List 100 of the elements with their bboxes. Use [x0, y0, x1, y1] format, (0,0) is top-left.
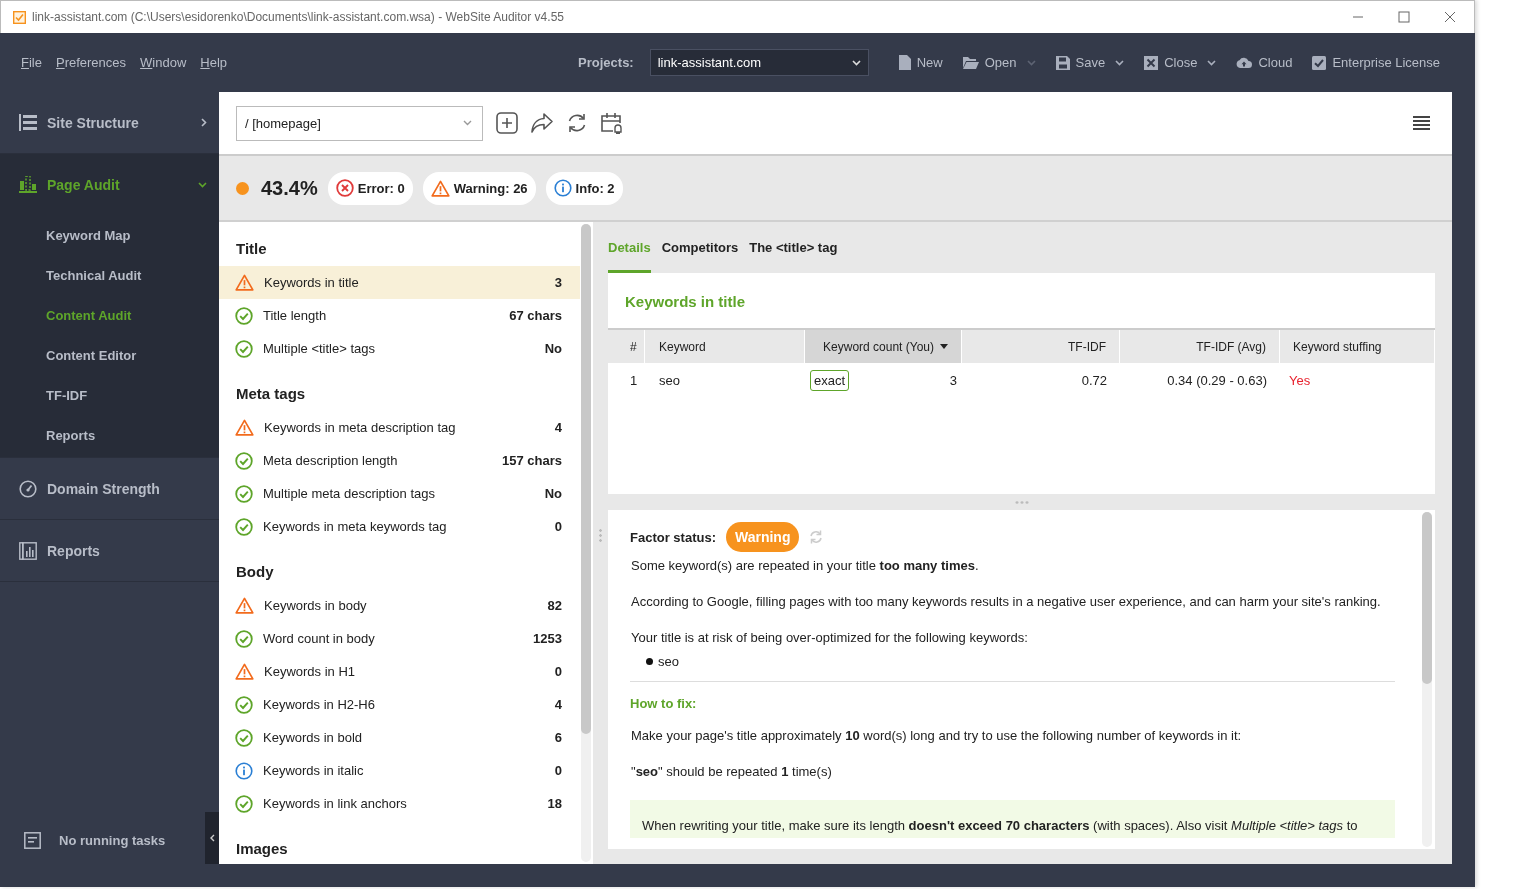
tab[interactable]: Competitors: [661, 222, 739, 274]
factor-row[interactable]: Word count in body 1253: [219, 622, 580, 655]
section-heading: How to fix:: [630, 696, 698, 711]
check-circle-icon: [235, 451, 253, 470]
factor-row[interactable]: Keywords in meta description tag 4: [219, 411, 580, 444]
share-icon[interactable]: [530, 112, 554, 134]
group-heading: Images: [235, 839, 289, 859]
warning-icon: [235, 597, 254, 614]
tab[interactable]: The <title> tag: [749, 222, 838, 274]
factor-row[interactable]: Title length 67 chars: [219, 299, 580, 332]
scrollbar[interactable]: [581, 224, 591, 862]
column-header[interactable]: Keyword stuffing: [1280, 330, 1435, 363]
report-icon: [19, 541, 37, 560]
paragraph: Some keyword(s) are repeated in your title too many times.: [631, 558, 980, 574]
warning-icon: [235, 419, 254, 436]
issue-filter-button[interactable]: Warning: 26: [422, 171, 536, 205]
factor-row[interactable]: Keywords in link anchors 18: [219, 787, 580, 820]
sidebar-item[interactable]: Reports: [0, 415, 219, 455]
folder-icon: [962, 56, 979, 69]
group-heading: Title: [235, 239, 268, 259]
chevron-left-icon: [209, 834, 215, 842]
cloud-upload-icon: [1236, 57, 1253, 68]
factor-row[interactable]: Multiple meta description tags No: [219, 477, 580, 510]
column-header[interactable]: TF-IDF: [962, 330, 1120, 363]
match-type-tag: exact: [810, 369, 850, 391]
sidebar-item[interactable]: Technical Audit: [0, 255, 219, 295]
info-icon: [235, 761, 253, 780]
issue-filter-button[interactable]: Error: 0: [327, 171, 413, 205]
sidebar-item[interactable]: Content Editor: [0, 335, 219, 375]
sidebar-item[interactable]: Keyword Map: [0, 215, 219, 255]
chevron-down-icon: [851, 59, 861, 66]
check-circle-icon: [235, 695, 253, 714]
project-dropdown[interactable]: link-assistant.com: [649, 49, 869, 76]
window-title: link-assistant.com (C:\Users\esidorenko\Documents\link-assistant.com.wsa) - WebSite Auditor v4.55: [32, 10, 564, 24]
toolbar-button[interactable]: Save: [1055, 55, 1106, 70]
sort-down-icon: [940, 344, 948, 349]
chevron-down-icon: [463, 120, 472, 126]
task-list-icon: [24, 832, 41, 849]
calendar-icon[interactable]: [600, 112, 624, 134]
task-status: No running tasks: [59, 833, 166, 848]
warning-icon: [430, 179, 450, 197]
table-cell-text: 1: [629, 371, 639, 390]
menu-item[interactable]: File: [21, 55, 42, 70]
factor-row[interactable]: Keywords in H1 0: [219, 655, 580, 688]
sidebar-section[interactable]: Page Audit: [0, 154, 219, 215]
factor-status-label: Factor status:: [630, 529, 716, 545]
menu-item[interactable]: Window: [140, 55, 187, 70]
toolbar-button[interactable]: New: [898, 55, 943, 70]
paragraph: When rewriting your title, make sure its length doesn't exceed 70 characters (with spaces). Also visit Multiple <title> tags to: [642, 818, 1359, 834]
menu-item[interactable]: Preferences: [55, 55, 127, 70]
issue-filter-button[interactable]: Info: 2: [545, 171, 623, 205]
collapse-sidebar-button[interactable]: [205, 812, 219, 864]
toolbar-button[interactable]: Enterprise License: [1312, 55, 1441, 70]
toolbar-button[interactable]: Close: [1144, 55, 1198, 70]
factor-row[interactable]: Keywords in body 82: [219, 589, 580, 622]
check-circle-icon: [235, 339, 253, 358]
check-circle-icon: [235, 306, 253, 325]
paragraph: According to Google, filling pages with too many keywords results in a negative user experience, and can harm your site's ranking.: [631, 594, 1382, 610]
menu-item[interactable]: Help: [200, 55, 228, 70]
close-icon[interactable]: [1444, 11, 1456, 23]
paragraph: "seo" should be repeated 1 time(s): [631, 764, 833, 780]
document-icon: [898, 55, 911, 70]
column-header[interactable]: Keyword count (You): [805, 330, 962, 363]
sidebar-item[interactable]: TF-IDF: [0, 375, 219, 415]
factor-row[interactable]: Keywords in meta keywords tag 0: [219, 510, 580, 543]
sidebar-item[interactable]: Content Audit: [0, 295, 219, 335]
column-header[interactable]: #: [608, 330, 645, 363]
column-header[interactable]: Keyword: [645, 330, 805, 363]
factor-row[interactable]: Keywords in italic 0: [219, 754, 580, 787]
toolbar-button[interactable]: Cloud: [1236, 55, 1293, 70]
page-dropdown[interactable]: / [homepage]: [236, 105, 483, 141]
app-logo-icon: [13, 10, 26, 24]
bullet-icon: [646, 658, 653, 665]
add-icon[interactable]: [496, 112, 518, 134]
sidebar-section[interactable]: Reports: [0, 520, 219, 581]
sidebar-section[interactable]: Site Structure: [0, 92, 219, 153]
factor-row[interactable]: Multiple <title> tags No: [219, 332, 580, 365]
paragraph: Your title is at risk of being over-optimized for the following keywords:: [631, 630, 1029, 646]
chevron-down-icon[interactable]: [1115, 59, 1125, 66]
table-cell: exact 3: [805, 363, 962, 397]
factor-row[interactable]: Keywords in title 3: [219, 266, 580, 299]
warning-icon: [235, 663, 254, 680]
status-badge: Warning: [725, 522, 800, 552]
factor-row[interactable]: Meta description length 157 chars: [219, 444, 580, 477]
drag-handle-icon[interactable]: [599, 528, 602, 544]
check-circle-icon: [235, 629, 253, 648]
gauge-icon: [19, 479, 37, 498]
factor-row[interactable]: Keywords in bold 6: [219, 721, 580, 754]
chevron-down-icon[interactable]: [1207, 59, 1217, 66]
table-cell-text: 0.34 (0.29 - 0.63): [1166, 371, 1268, 390]
column-header[interactable]: TF-IDF (Avg): [1120, 330, 1280, 363]
table-cell-text: Yes: [1288, 371, 1312, 390]
bar-chart-icon: [19, 176, 37, 193]
scrollbar[interactable]: [1422, 512, 1432, 847]
menu-icon[interactable]: [1413, 116, 1430, 130]
sidebar-section[interactable]: Domain Strength: [0, 458, 219, 519]
maximize-icon[interactable]: [1398, 11, 1410, 23]
score-value: 43.4%: [261, 176, 318, 200]
factor-row[interactable]: Keywords in H2-H6 4: [219, 688, 580, 721]
refresh-icon[interactable]: [566, 112, 588, 134]
